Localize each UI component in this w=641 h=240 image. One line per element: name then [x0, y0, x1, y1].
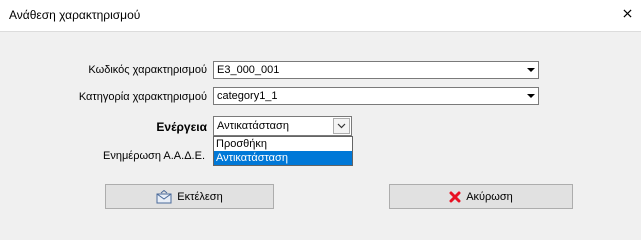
category-value: category1_1	[217, 90, 278, 102]
action-dropdown-list: Προσθήκη Αντικατάσταση	[213, 136, 353, 166]
execute-button[interactable]: Εκτέλεση	[105, 184, 274, 209]
category-combobox[interactable]: category1_1	[213, 87, 539, 105]
chevron-down-icon[interactable]	[527, 94, 535, 98]
code-value: E3_000_001	[217, 64, 280, 76]
red-x-icon	[449, 191, 461, 203]
envelope-icon	[156, 189, 172, 204]
action-label: Ενέργεια	[156, 120, 207, 134]
cancel-button[interactable]: Ακύρωση	[389, 184, 573, 209]
code-combobox[interactable]: E3_000_001	[213, 61, 539, 79]
close-button[interactable]	[618, 6, 636, 24]
cancel-label: Ακύρωση	[466, 190, 513, 203]
close-icon	[622, 9, 632, 21]
window-title: Ανάθεση χαρακτηρισμού	[9, 8, 141, 22]
action-combobox[interactable]: Αντικατάσταση	[213, 116, 352, 136]
category-label: Κατηγορία χαρακτηρισμού	[78, 91, 207, 103]
title-bar: Ανάθεση χαρακτηρισμού	[0, 0, 641, 32]
dropdown-option-replace[interactable]: Αντικατάσταση	[214, 151, 352, 165]
chevron-down-icon[interactable]	[527, 68, 535, 72]
aade-label: Ενημέρωση Α.Α.Δ.Ε.	[103, 150, 205, 162]
execute-label: Εκτέλεση	[177, 190, 223, 203]
action-dropdown-button[interactable]	[333, 118, 350, 134]
chevron-down-icon	[337, 120, 346, 132]
action-value: Αντικατάσταση	[217, 120, 289, 132]
code-label: Κωδικός χαρακτηρισμού	[88, 64, 207, 76]
dropdown-option-add[interactable]: Προσθήκη	[214, 137, 352, 151]
